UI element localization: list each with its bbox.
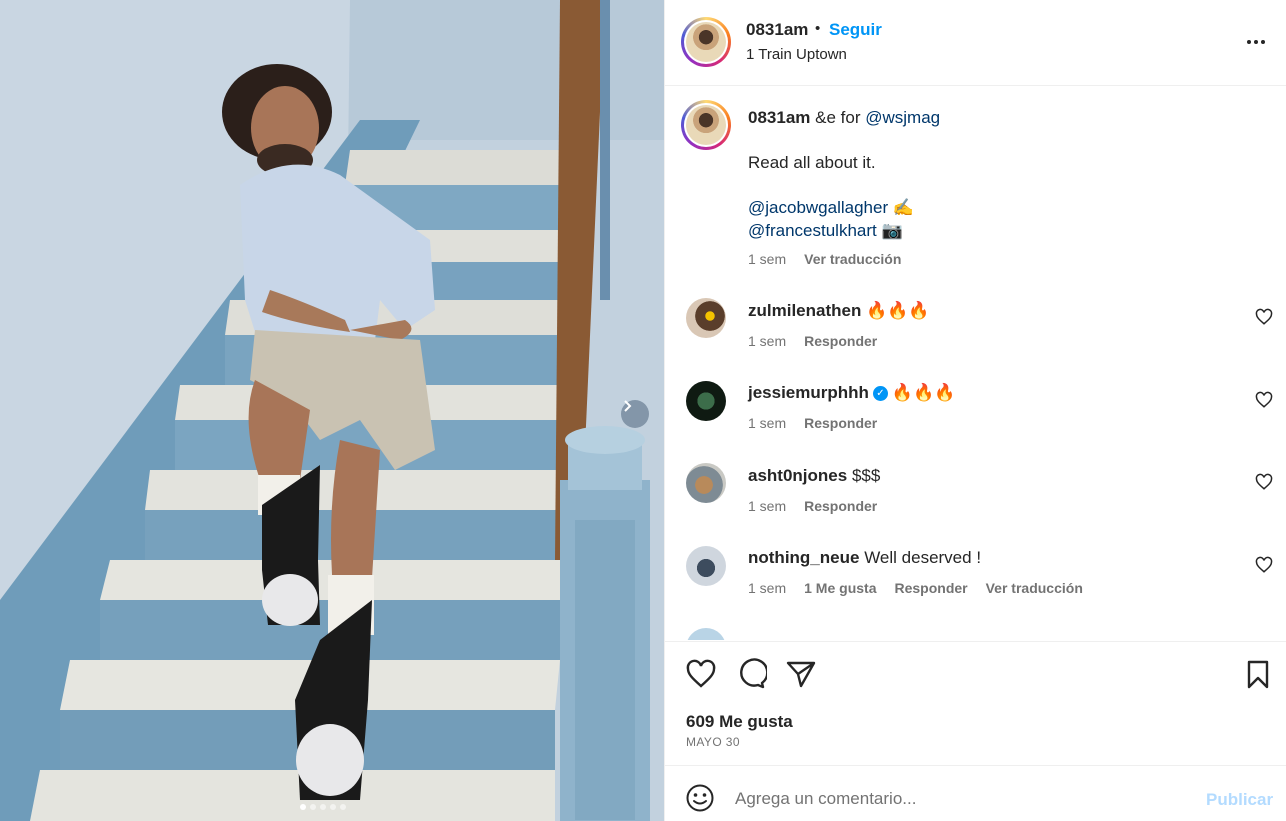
caption-username[interactable]: 0831am (748, 108, 810, 127)
post-actions: 609 Me gusta MAYO 30 (665, 641, 1286, 765)
save-bookmark-icon[interactable] (1242, 658, 1274, 690)
reply-link[interactable]: Responder (804, 333, 877, 349)
caption-first-line: 0831am &e for @wsjmag (748, 108, 940, 128)
like-heart-icon[interactable] (685, 658, 717, 690)
chevron-right-icon (624, 400, 632, 412)
comment-line: asht0njones $$$ (748, 466, 880, 486)
comment-composer: Publicar (665, 765, 1286, 821)
author-avatar[interactable] (681, 17, 731, 67)
comment-meta: 1 sem 1 Me gusta Responder Ver traducció… (748, 580, 1083, 596)
carousel-dot (330, 804, 336, 810)
like-comment-heart-icon[interactable] (1255, 473, 1273, 491)
carousel-dot (320, 804, 326, 810)
caption-translate-link[interactable]: Ver traducción (804, 251, 901, 267)
verified-badge-icon: ✓ (872, 386, 888, 402)
reply-link[interactable]: Responder (894, 580, 967, 596)
comment-time[interactable]: 1 sem (748, 580, 786, 596)
like-comment-heart-icon[interactable] (1255, 308, 1273, 326)
commenter-avatar[interactable] (686, 298, 726, 338)
comment-line: nothing_neue Well deserved ! (748, 548, 981, 568)
comment-meta: 1 sem Responder (748, 415, 877, 431)
commenter-avatar[interactable] (686, 381, 726, 421)
comment-username[interactable]: nothing_neue (748, 548, 859, 567)
comment-time[interactable]: 1 sem (748, 498, 786, 514)
camera-emoji: 📷 (881, 221, 903, 240)
carousel-dot (310, 804, 316, 810)
caption-credit-2: @francestulkhart 📷 (748, 221, 903, 241)
carousel-dot (300, 804, 306, 810)
author-username[interactable]: 0831am (746, 20, 808, 40)
translate-link[interactable]: Ver traducción (986, 580, 1083, 596)
reply-link[interactable]: Responder (804, 415, 877, 431)
writing-hand-emoji: ✍️ (892, 198, 915, 217)
comment-likes-link[interactable]: 1 Me gusta (804, 580, 876, 596)
comment-text: Well deserved ! (864, 548, 982, 567)
comment-username[interactable]: jessiemurphhh (748, 383, 869, 402)
post-location[interactable]: 1 Train Uptown (746, 46, 847, 63)
newel-post (560, 426, 650, 821)
photo-illustration (0, 0, 664, 821)
comment-input[interactable] (735, 784, 1185, 814)
like-comment-heart-icon[interactable] (1255, 556, 1273, 574)
caption-time[interactable]: 1 sem (748, 251, 786, 267)
commenter-avatar[interactable] (686, 463, 726, 503)
post-header: 0831am • Seguir 1 Train Uptown (665, 0, 1286, 86)
comment-time[interactable]: 1 sem (748, 415, 786, 431)
caption-author-avatar[interactable] (681, 100, 731, 150)
comment-meta: 1 sem Responder (748, 333, 877, 349)
comment-username[interactable]: zulmilenathen (748, 301, 861, 320)
comment-username[interactable]: asht0njones (748, 466, 847, 485)
likes-count[interactable]: 609 Me gusta (686, 712, 793, 732)
commenter-avatar[interactable] (686, 546, 726, 586)
caption-meta: 1 sem Ver traducción (748, 251, 901, 267)
comment-line: zulmilenathen 🔥🔥🔥 (748, 301, 930, 321)
caption-body: Read all about it. (748, 153, 876, 172)
more-options-button[interactable] (1241, 30, 1271, 54)
mention-francestulkhart[interactable]: @francestulkhart (748, 221, 877, 240)
comments-scroll-area[interactable]: 0831am &e for @wsjmag Read all about it.… (665, 87, 1286, 640)
comment-time[interactable]: 1 sem (748, 333, 786, 349)
commenter-avatar[interactable] (686, 628, 726, 640)
more-dot-icon (1254, 40, 1258, 44)
more-dot-icon (1247, 40, 1251, 44)
share-send-icon[interactable] (785, 658, 817, 690)
comment-text: 🔥🔥🔥 (891, 383, 956, 402)
carousel-indicator (300, 804, 346, 810)
emoji-smiley-icon[interactable] (685, 783, 715, 813)
comment-meta: 1 sem Responder (748, 498, 877, 514)
carousel-dot (340, 804, 346, 810)
like-comment-heart-icon[interactable] (1255, 391, 1273, 409)
caption-credit-1: @jacobwgallagher ✍️ (748, 198, 914, 218)
reply-link[interactable]: Responder (804, 498, 877, 514)
post-photo[interactable] (0, 0, 664, 821)
follow-button[interactable]: Seguir (829, 20, 882, 40)
publish-button[interactable]: Publicar (1206, 790, 1273, 810)
post-date: MAYO 30 (686, 735, 740, 749)
comment-line: jessiemurphhh ✓ 🔥🔥🔥 (748, 383, 955, 403)
caption-text: &e for (815, 108, 861, 127)
next-slide-button[interactable] (621, 400, 649, 428)
post-details-panel: 0831am • Seguir 1 Train Uptown 0831am &e… (664, 0, 1286, 821)
mention-wsjmag[interactable]: @wsjmag (865, 108, 940, 127)
separator-dot: • (815, 20, 821, 37)
comment-text: $$$ (851, 466, 881, 485)
comment-bubble-icon[interactable] (735, 658, 767, 690)
mention-jacobwgallagher[interactable]: @jacobwgallagher (748, 198, 888, 217)
more-dot-icon (1261, 40, 1265, 44)
comment-text: 🔥🔥🔥 (866, 301, 930, 320)
